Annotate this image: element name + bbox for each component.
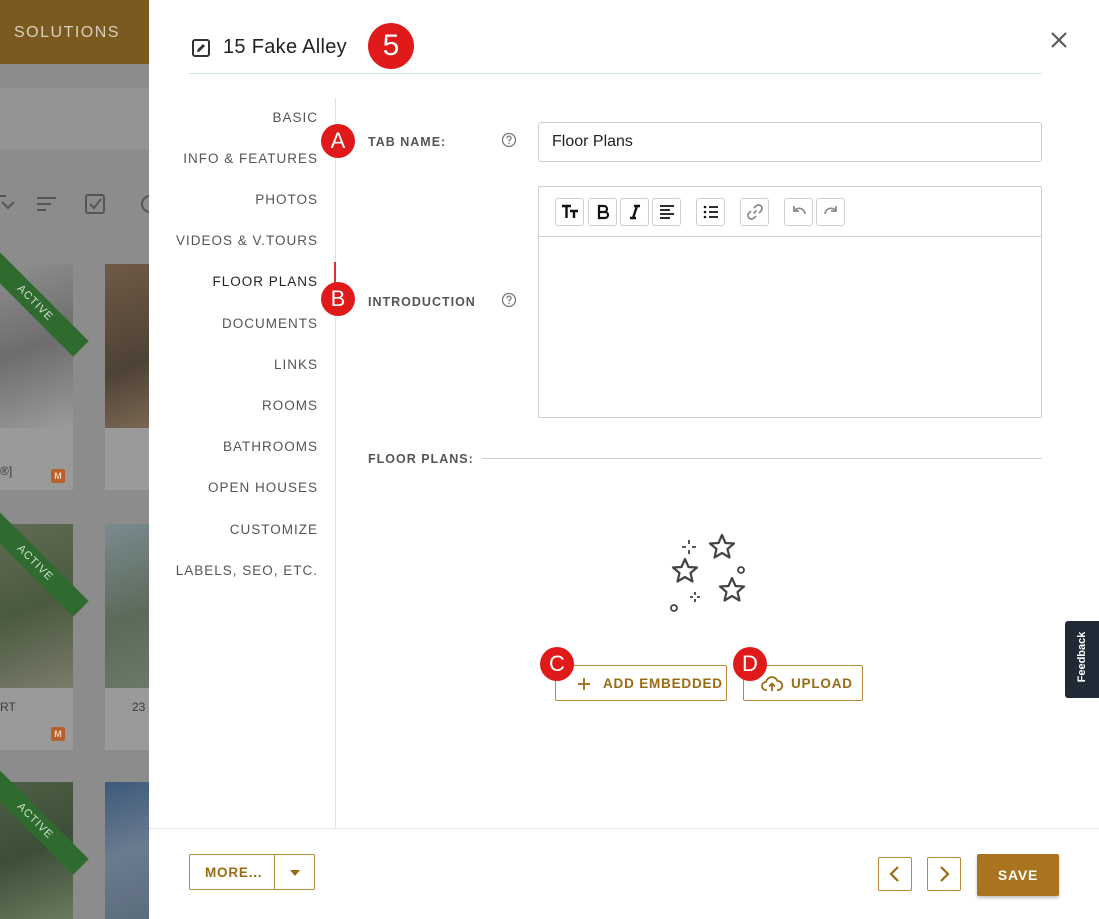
font-size-button[interactable]	[555, 198, 584, 226]
undo-button[interactable]	[784, 198, 813, 226]
bullet-list-button[interactable]	[696, 198, 725, 226]
tab-name-label: TAB NAME:	[368, 135, 447, 149]
background-card-badge: M	[51, 469, 65, 483]
italic-button[interactable]	[620, 198, 649, 226]
section-nav: BASIC INFO & FEATURES PHOTOS VIDEOS & V.…	[149, 98, 336, 828]
add-embedded-label: ADD EMBEDDED	[603, 676, 723, 691]
background-toolbar-icons	[0, 194, 151, 214]
more-label: MORE...	[205, 865, 263, 880]
empty-stars-icon	[670, 533, 746, 612]
background-search-band	[0, 88, 160, 150]
background-card-text: RT	[0, 700, 16, 714]
feedback-label: Feedback	[1076, 631, 1088, 683]
align-button[interactable]	[652, 198, 681, 226]
previous-button[interactable]	[878, 857, 912, 891]
redo-icon	[824, 206, 837, 215]
nav-item-links[interactable]: LINKS	[274, 357, 318, 372]
floor-plans-divider	[482, 458, 1042, 459]
nav-item-photos[interactable]: PHOTOS	[255, 192, 318, 207]
step-marker: 5	[368, 23, 414, 69]
link-button[interactable]	[740, 198, 769, 226]
dialog-title: 15 Fake Alley	[223, 36, 347, 58]
background-toolbar	[0, 190, 160, 220]
font-size-icon	[562, 204, 578, 218]
bold-button[interactable]	[588, 198, 617, 226]
background-card-text: 23	[132, 700, 146, 714]
link-icon	[747, 204, 763, 220]
introduction-text-area[interactable]	[539, 238, 1041, 417]
nav-item-open-houses[interactable]: OPEN HOUSES	[208, 480, 318, 495]
edit-listing-dialog: 15 Fake Alley 5 BASIC INFO & FEATURES PH…	[149, 0, 1099, 919]
background-card: ACTIVE ®] M	[0, 249, 89, 490]
bold-icon	[597, 204, 610, 220]
nav-item-rooms[interactable]: ROOMS	[262, 398, 318, 413]
marker-c: C	[540, 647, 574, 681]
marker-a: A	[321, 124, 355, 158]
dialog-footer: MORE... SAVE	[149, 828, 1099, 919]
floor-plans-label: FLOOR PLANS:	[368, 452, 474, 466]
marker-d: D	[733, 647, 767, 681]
redo-button[interactable]	[816, 198, 845, 226]
background-card-text: ®]	[0, 464, 13, 478]
chevron-right-icon	[940, 866, 950, 882]
upload-label: UPLOAD	[791, 676, 853, 691]
nav-item-floor-plans[interactable]: FLOOR PLANS	[212, 274, 318, 289]
chevron-down-icon[interactable]	[290, 870, 300, 876]
nav-item-videos-tours[interactable]: VIDEOS & V.TOURS	[176, 233, 318, 248]
cloud-upload-icon	[761, 676, 783, 691]
dialog-header: 15 Fake Alley 5	[189, 22, 1042, 74]
italic-icon	[630, 204, 640, 220]
align-left-icon	[660, 205, 674, 219]
nav-item-basic[interactable]: BASIC	[272, 110, 318, 125]
introduction-label: INTRODUCTION	[368, 295, 476, 309]
tab-name-input[interactable]	[538, 122, 1042, 162]
nav-item-documents[interactable]: DOCUMENTS	[222, 316, 318, 331]
background-card: ACTIVE	[0, 767, 89, 919]
bullet-list-icon	[703, 205, 718, 219]
background-card-badge: M	[51, 727, 65, 741]
introduction-editor	[538, 186, 1042, 418]
save-button[interactable]: SAVE	[977, 854, 1059, 896]
background-card: ACTIVE RT M	[0, 509, 89, 750]
more-button[interactable]: MORE...	[189, 854, 315, 890]
background-topbar-label: SOLUTIONS	[14, 24, 120, 41]
add-embedded-button[interactable]: ADD EMBEDDED	[555, 665, 727, 701]
undo-icon	[793, 206, 806, 215]
editor-toolbar	[539, 187, 1041, 237]
chevron-left-icon	[889, 866, 899, 882]
help-icon[interactable]	[501, 292, 517, 308]
nav-item-customize[interactable]: CUSTOMIZE	[230, 522, 318, 537]
help-icon[interactable]	[501, 132, 517, 148]
marker-b: B	[321, 282, 355, 316]
plus-icon	[578, 678, 590, 690]
feedback-tab[interactable]: Feedback	[1065, 621, 1099, 698]
next-button[interactable]	[927, 857, 961, 891]
more-button-separator	[274, 855, 275, 889]
edit-icon	[192, 39, 210, 57]
nav-item-labels-seo[interactable]: LABELS, SEO, ETC.	[176, 563, 318, 578]
nav-item-info-features[interactable]: INFO & FEATURES	[183, 151, 318, 166]
nav-item-bathrooms[interactable]: BATHROOMS	[223, 439, 318, 454]
close-icon[interactable]	[1048, 29, 1070, 51]
